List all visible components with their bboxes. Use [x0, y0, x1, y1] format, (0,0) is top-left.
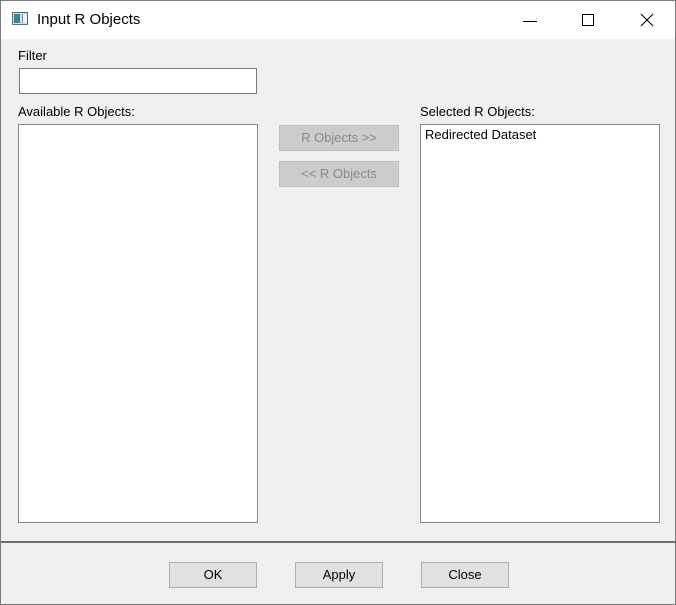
minimize-icon [523, 21, 537, 22]
available-objects-label: Available R Objects: [18, 104, 135, 119]
footer-divider [1, 541, 675, 543]
close-window-button[interactable] [617, 1, 675, 39]
filter-input[interactable] [19, 68, 257, 94]
available-objects-list[interactable] [18, 124, 258, 523]
close-button[interactable]: Close [421, 562, 509, 588]
title-bar: Input R Objects [1, 1, 675, 39]
apply-button[interactable]: Apply [295, 562, 383, 588]
dialog-window: Input R Objects Filter Available R Objec… [0, 0, 676, 605]
selected-objects-label: Selected R Objects: [420, 104, 535, 119]
list-item[interactable]: Redirected Dataset [425, 127, 536, 142]
remove-r-objects-button[interactable]: << R Objects [279, 161, 399, 187]
app-window-icon [12, 12, 28, 25]
maximize-button[interactable] [559, 1, 617, 39]
maximize-icon [582, 14, 594, 26]
minimize-button[interactable] [501, 1, 559, 39]
filter-label: Filter [18, 48, 47, 63]
window-title: Input R Objects [37, 11, 141, 28]
add-r-objects-button[interactable]: R Objects >> [279, 125, 399, 151]
close-icon [640, 13, 654, 27]
ok-button[interactable]: OK [169, 562, 257, 588]
selected-objects-list[interactable]: Redirected Dataset [420, 124, 660, 523]
